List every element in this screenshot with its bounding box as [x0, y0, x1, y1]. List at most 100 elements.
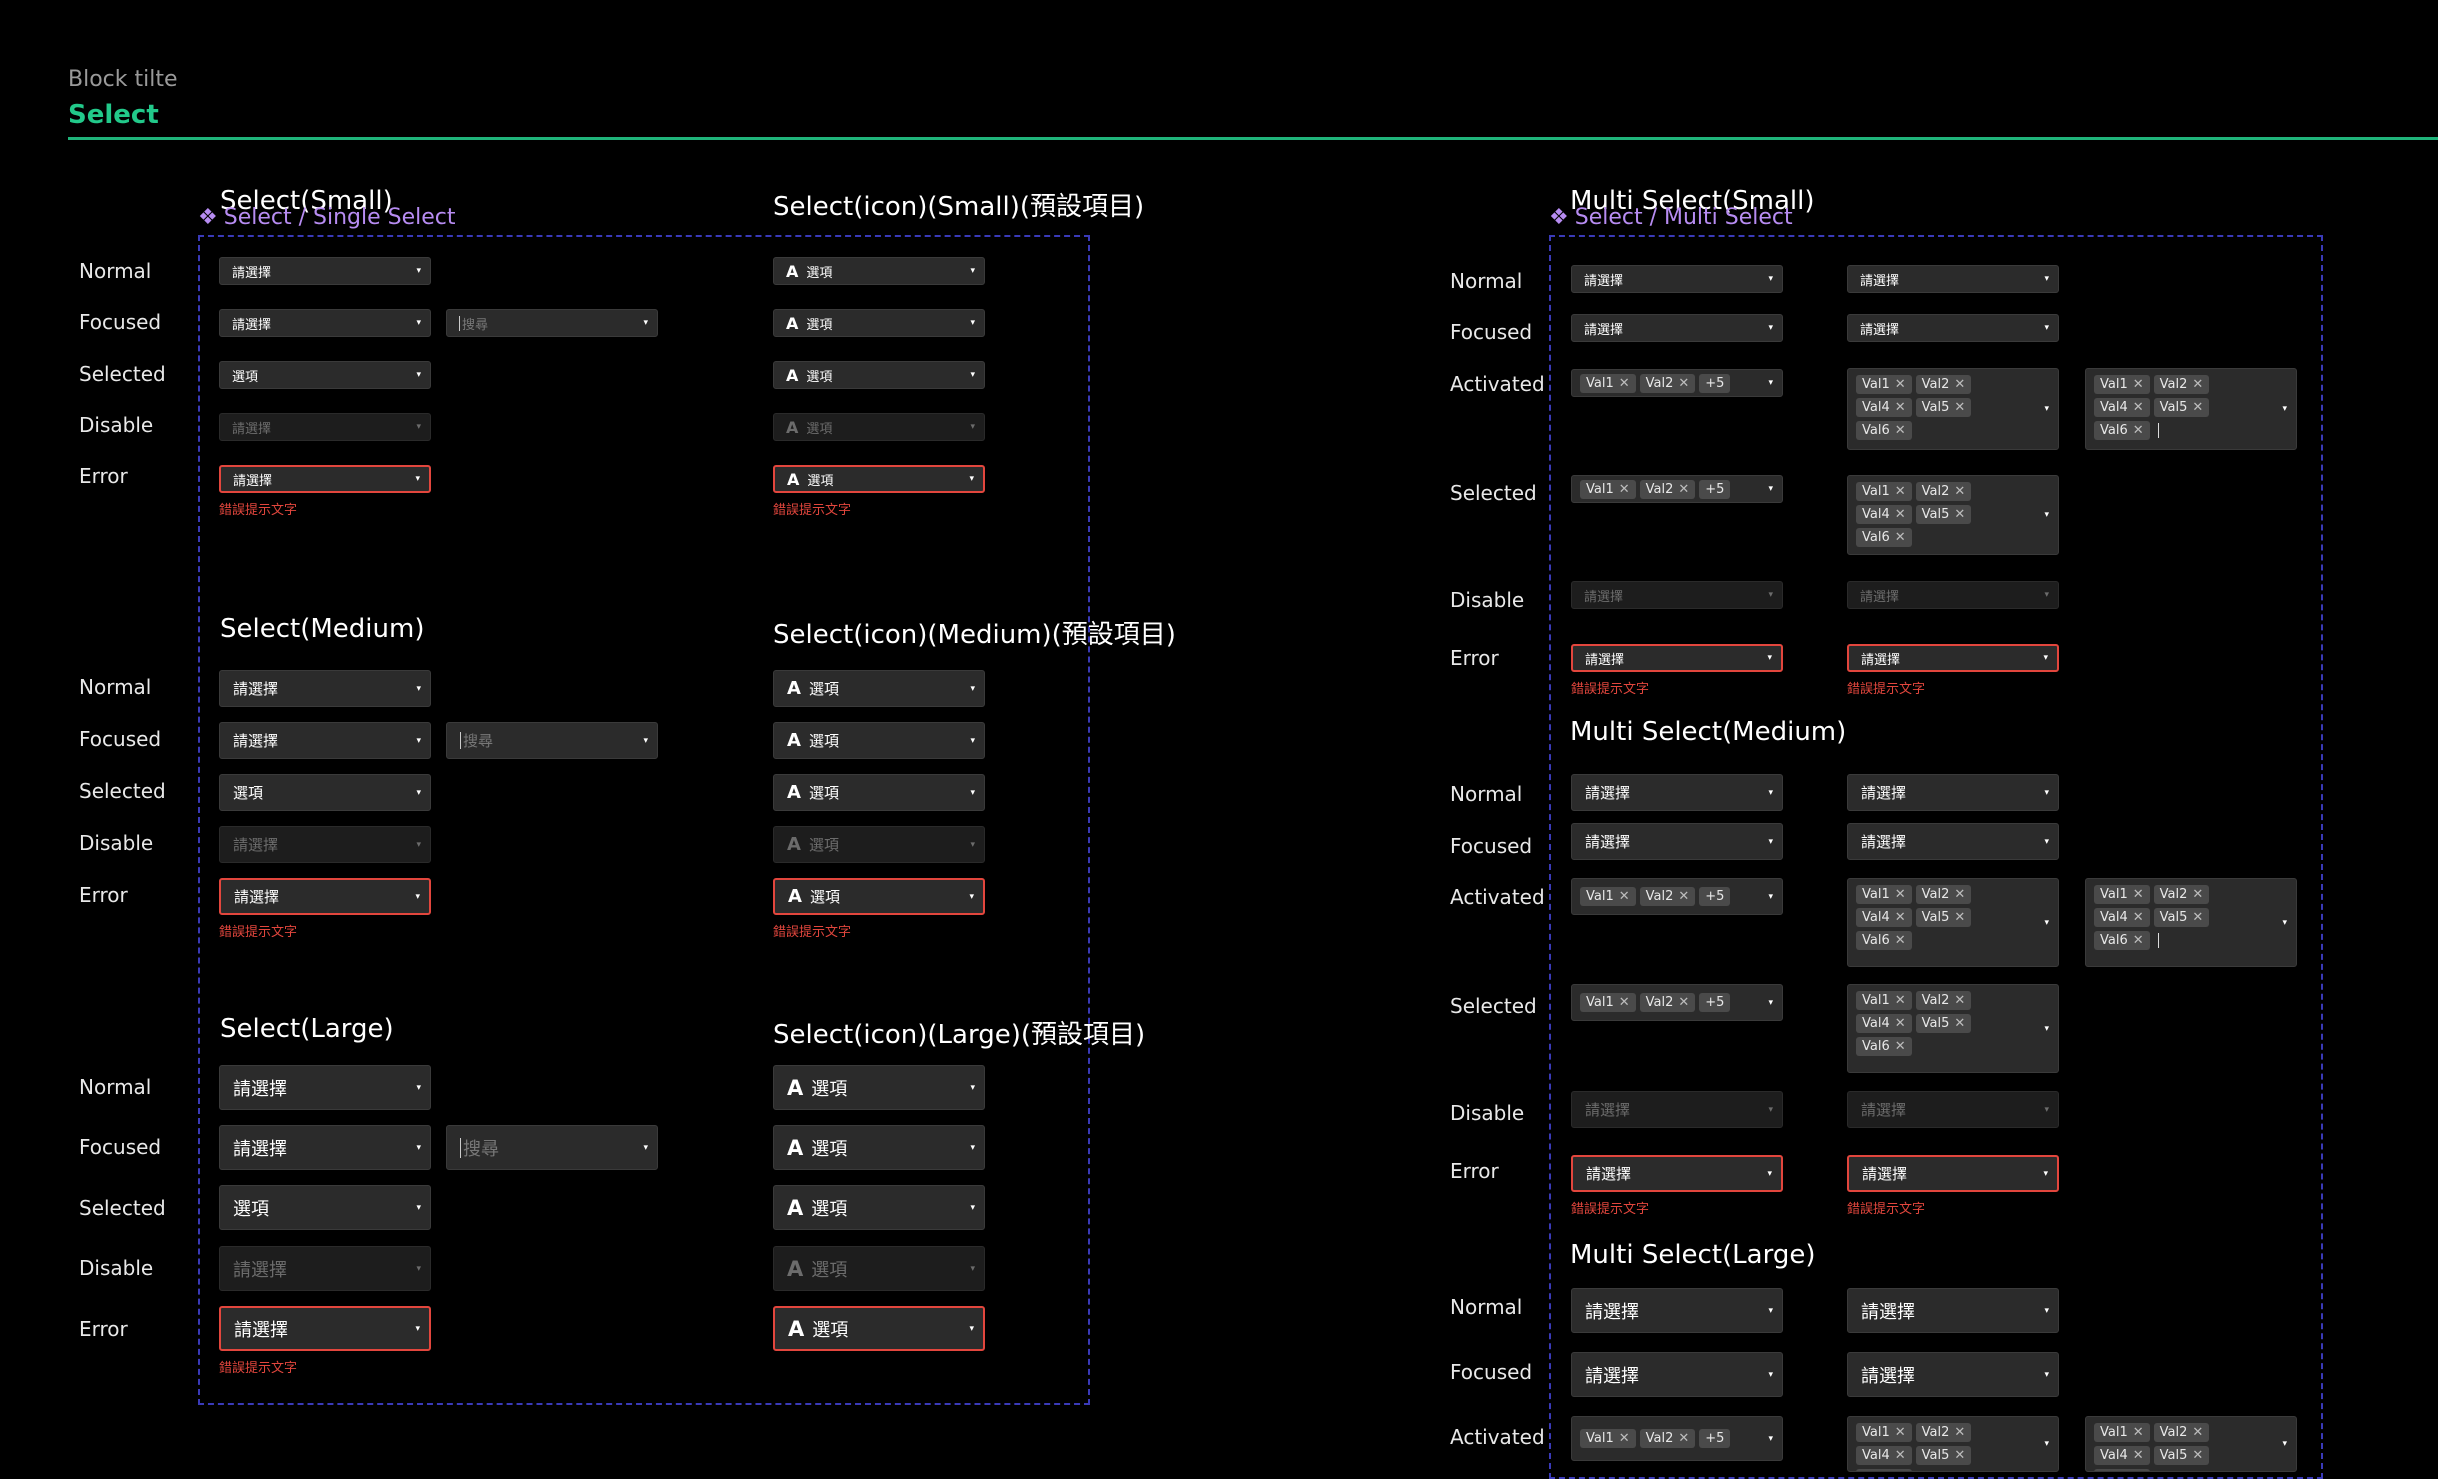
tag-chip[interactable]: +5 — [1699, 887, 1731, 906]
multi-select-collapsed[interactable]: Val1 ✕ Val2 ✕ +5 ▾ — [1571, 1416, 1783, 1461]
tag-chip[interactable]: Val2 ✕ — [1915, 1423, 1972, 1442]
multi-select[interactable]: 請選擇 ▾ — [1847, 774, 2059, 811]
icon-select-error[interactable]: A 選項 ▾ — [773, 1306, 985, 1351]
close-icon[interactable]: ✕ — [1619, 376, 1630, 391]
tag-chip[interactable]: Val4 ✕ — [2094, 398, 2150, 417]
tag-chip[interactable]: Val1 ✕ — [1856, 375, 1912, 394]
close-icon[interactable]: ✕ — [1619, 482, 1630, 497]
tag-chip[interactable]: Val2 ✕ — [1639, 479, 1696, 499]
multi-select[interactable]: 請選擇 ▾ — [1847, 1352, 2059, 1397]
close-icon[interactable]: ✕ — [2133, 423, 2144, 438]
tag-chip[interactable]: Val2 ✕ — [2153, 1423, 2210, 1442]
tag-chip[interactable]: Val5 ✕ — [1915, 398, 1972, 417]
multi-select[interactable]: 請選擇 ▾ — [1847, 314, 2059, 342]
multi-select-collapsed[interactable]: Val1 ✕ Val2 ✕ +5 ▾ — [1571, 984, 1783, 1021]
tag-chip[interactable]: Val6 ✕ — [2094, 421, 2150, 440]
tag-chip[interactable]: Val4 ✕ — [2094, 1446, 2150, 1465]
multi-select-expanded[interactable]: Val1✕Val2✕Val4✕Val5✕Val6✕▾ — [1847, 984, 2059, 1073]
multi-select[interactable]: 請選擇 ▾ — [1571, 1155, 1783, 1192]
close-icon[interactable]: ✕ — [2133, 400, 2144, 415]
close-icon[interactable]: ✕ — [2133, 887, 2144, 902]
icon-select-selected[interactable]: A 選項 ▾ — [773, 1185, 985, 1230]
tag-chip[interactable]: Val2 ✕ — [1915, 885, 1972, 904]
tag-chip[interactable]: Val1 ✕ — [1580, 993, 1636, 1012]
select-error[interactable]: 請選擇 ▾ — [219, 1306, 431, 1351]
close-icon[interactable]: ✕ — [2133, 377, 2144, 392]
multi-select[interactable]: 請選擇 ▾ — [1847, 1155, 2059, 1192]
close-icon[interactable]: ✕ — [1678, 1431, 1689, 1446]
select-selected[interactable]: 選項 ▾ — [219, 361, 431, 389]
tag-chip[interactable]: Val1 ✕ — [2094, 375, 2150, 394]
close-icon[interactable]: ✕ — [1895, 910, 1906, 925]
tag-chip[interactable]: Val4 ✕ — [1856, 398, 1912, 417]
select-selected[interactable]: 選項 ▾ — [219, 774, 431, 811]
close-icon[interactable]: ✕ — [1678, 889, 1689, 904]
tag-chip[interactable]: Val5 ✕ — [1915, 1446, 1972, 1465]
close-icon[interactable]: ✕ — [1678, 482, 1689, 497]
icon-select-normal[interactable]: A 選項 ▾ — [773, 670, 985, 707]
tag-chip[interactable]: Val5 ✕ — [1915, 505, 1972, 524]
multi-select[interactable]: 請選擇 ▾ — [1571, 314, 1783, 342]
tag-chip[interactable]: Val4 ✕ — [2094, 908, 2150, 927]
tag-chip[interactable]: Val6 ✕ — [1856, 421, 1912, 440]
close-icon[interactable]: ✕ — [2133, 1425, 2144, 1440]
multi-select[interactable]: 請選擇 ▾ — [1847, 823, 2059, 860]
select-search-input[interactable]: 搜尋 ▾ — [446, 309, 658, 337]
select-normal[interactable]: 請選擇 ▾ — [219, 670, 431, 707]
close-icon[interactable]: ✕ — [1895, 1425, 1906, 1440]
tag-chip[interactable]: Val2 ✕ — [1915, 991, 1972, 1010]
tag-chip[interactable]: Val4 ✕ — [1856, 1014, 1912, 1033]
close-icon[interactable]: ✕ — [2192, 910, 2203, 925]
tag-chip[interactable]: Val1 ✕ — [1580, 1429, 1636, 1448]
multi-select-expanded[interactable]: Val1✕Val2✕Val4✕Val5✕Val6✕▾ — [1847, 878, 2059, 967]
tag-chip[interactable]: +5 — [1699, 373, 1731, 393]
close-icon[interactable]: ✕ — [1954, 400, 1965, 415]
tag-chip[interactable]: Val1 ✕ — [1580, 887, 1636, 906]
tag-chip[interactable]: Val2 ✕ — [2153, 375, 2210, 394]
close-icon[interactable]: ✕ — [2192, 1425, 2203, 1440]
close-icon[interactable]: ✕ — [1954, 507, 1965, 522]
multi-select[interactable]: 請選擇 ▾ — [1571, 265, 1783, 293]
tag-chip[interactable]: Val2 ✕ — [1639, 1429, 1696, 1448]
tag-chip[interactable]: Val6 ✕ — [1856, 931, 1912, 950]
close-icon[interactable]: ✕ — [1619, 1431, 1630, 1446]
close-icon[interactable]: ✕ — [1895, 933, 1906, 948]
multi-select-collapsed[interactable]: Val1 ✕ Val2 ✕ +5 ▾ — [1571, 369, 1783, 397]
multi-select[interactable]: 請選擇 ▾ — [1571, 1288, 1783, 1333]
multi-select-expanded[interactable]: Val1✕Val2✕Val4✕Val5✕Val6✕▾ — [1847, 475, 2059, 555]
close-icon[interactable]: ✕ — [1895, 423, 1906, 438]
tag-chip[interactable]: Val5 ✕ — [2153, 908, 2210, 927]
tag-chip[interactable]: Val1 ✕ — [1856, 1423, 1912, 1442]
close-icon[interactable]: ✕ — [1895, 1448, 1906, 1463]
tag-chip[interactable]: Val2 ✕ — [1639, 887, 1696, 906]
multi-select-expanded[interactable]: Val1✕Val2✕Val4✕Val5✕Val6✕▾ — [1847, 1416, 2059, 1472]
tag-chip[interactable]: Val1 ✕ — [1856, 991, 1912, 1010]
icon-select-focused[interactable]: A 選項 ▾ — [773, 722, 985, 759]
tag-chip[interactable]: +5 — [1699, 479, 1731, 499]
tag-chip[interactable]: Val6 ✕ — [1856, 528, 1912, 547]
multi-select[interactable]: 請選擇 ▾ — [1571, 774, 1783, 811]
multi-select-expanded[interactable]: Val1✕Val2✕Val4✕Val5✕Val6✕▾ — [2085, 878, 2297, 967]
multi-select[interactable]: 請選擇 ▾ — [1847, 1288, 2059, 1333]
select-focused[interactable]: 請選擇 ▾ — [219, 722, 431, 759]
close-icon[interactable]: ✕ — [1895, 530, 1906, 545]
close-icon[interactable]: ✕ — [1895, 400, 1906, 415]
icon-select-normal[interactable]: A 選項 ▾ — [773, 1065, 985, 1110]
close-icon[interactable]: ✕ — [1954, 887, 1965, 902]
close-icon[interactable]: ✕ — [1895, 887, 1906, 902]
close-icon[interactable]: ✕ — [2192, 1448, 2203, 1463]
close-icon[interactable]: ✕ — [1954, 377, 1965, 392]
close-icon[interactable]: ✕ — [2133, 1448, 2144, 1463]
tag-chip[interactable]: Val1 ✕ — [2094, 1423, 2150, 1442]
tag-chip[interactable]: Val2 ✕ — [1639, 373, 1696, 393]
tag-chip[interactable]: Val6 ✕ — [1856, 1037, 1912, 1056]
close-icon[interactable]: ✕ — [2192, 377, 2203, 392]
close-icon[interactable]: ✕ — [2133, 910, 2144, 925]
tag-chip[interactable]: Val2 ✕ — [2153, 885, 2210, 904]
tag-chip[interactable]: +5 — [1699, 993, 1731, 1012]
close-icon[interactable]: ✕ — [1895, 507, 1906, 522]
close-icon[interactable]: ✕ — [1895, 1039, 1906, 1054]
tag-chip[interactable]: Val2 ✕ — [1639, 993, 1696, 1012]
close-icon[interactable]: ✕ — [1619, 995, 1630, 1010]
close-icon[interactable]: ✕ — [1954, 1016, 1965, 1031]
